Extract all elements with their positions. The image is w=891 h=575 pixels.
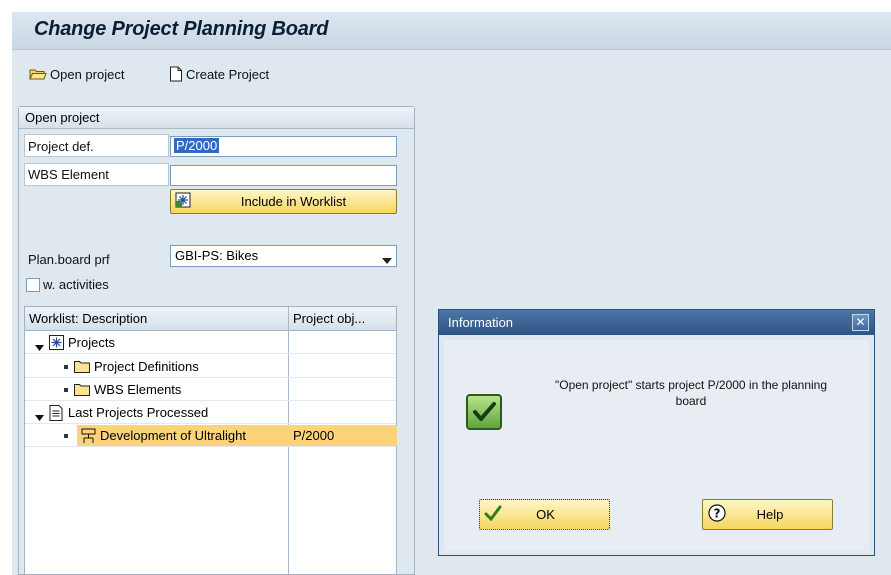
help-icon: ? — [708, 504, 726, 525]
tree-row-development-ultralight[interactable]: Development of Ultralight P/2000 — [25, 425, 397, 447]
information-dialog: Information ✕ "Open project" starts proj… — [438, 309, 875, 556]
bullet-icon — [64, 365, 68, 369]
column-header-description[interactable]: Worklist: Description — [25, 307, 288, 331]
document-list-icon — [49, 405, 63, 424]
help-label: Help — [756, 507, 784, 522]
toolbar: Open project Create Project — [12, 49, 891, 94]
dialog-message-line2: board — [675, 394, 707, 408]
planboard-profile-value: GBI-PS: Bikes — [175, 248, 259, 263]
svg-text:?: ? — [714, 507, 721, 521]
success-check-icon — [466, 394, 502, 430]
include-in-worklist-label: Include in Worklist — [240, 194, 347, 209]
folder-icon — [74, 360, 90, 376]
folder-icon — [74, 383, 90, 399]
ok-button[interactable]: OK — [479, 499, 610, 530]
planboard-profile-select[interactable]: GBI-PS: Bikes — [170, 245, 397, 267]
tree-row-projects[interactable]: Projects — [25, 332, 396, 354]
include-in-worklist-button[interactable]: Include in Worklist — [170, 189, 397, 214]
close-icon[interactable]: ✕ — [852, 314, 869, 331]
tree-row-label: Last Projects Processed — [68, 405, 209, 420]
expand-arrow-icon[interactable] — [35, 340, 44, 354]
planboard-profile-label: Plan.board prf — [28, 252, 110, 267]
dialog-body: "Open project" starts project P/2000 in … — [444, 340, 869, 551]
worklist-tree: Worklist: Description Project obj... Pro… — [24, 306, 397, 575]
create-project-button[interactable]: Create Project — [169, 64, 269, 84]
open-project-label: Open project — [50, 66, 125, 82]
project-def-label: Project def. — [28, 139, 94, 154]
project-def-value: P/2000 — [174, 138, 220, 153]
tree-row-object: P/2000 — [293, 428, 335, 443]
tree-row-label: Projects — [68, 335, 115, 350]
dialog-message: "Open project" starts project P/2000 in … — [526, 377, 856, 409]
title-bar: Change Project Planning Board — [12, 12, 891, 49]
tree-row-last-projects[interactable]: Last Projects Processed — [25, 402, 396, 424]
bullet-icon — [64, 434, 68, 438]
tree-row-label: Project Definitions — [94, 359, 199, 374]
project-def-field[interactable]: P/2000 — [170, 136, 397, 157]
ok-label: OK — [536, 507, 555, 522]
dialog-title: Information — [439, 310, 874, 335]
chevron-down-icon[interactable] — [382, 252, 392, 267]
activities-label: w. activities — [43, 277, 109, 292]
wbs-element-label: WBS Element — [28, 167, 109, 182]
tree-row-label: WBS Elements — [94, 382, 182, 397]
projects-node-icon — [49, 335, 64, 353]
wbs-element-field[interactable] — [170, 165, 397, 186]
new-document-icon — [169, 66, 183, 82]
tree-row-project-definitions[interactable]: Project Definitions — [25, 356, 396, 378]
create-project-label: Create Project — [186, 66, 270, 82]
page-title: Change Project Planning Board — [34, 18, 329, 40]
expand-arrow-icon[interactable] — [35, 410, 44, 424]
column-header-object[interactable]: Project obj... — [289, 307, 396, 331]
checkmark-icon — [484, 505, 502, 524]
project-structure-icon — [81, 428, 96, 447]
folder-open-icon — [29, 67, 47, 81]
tree-row-wbs-elements[interactable]: WBS Elements — [25, 379, 396, 401]
help-button[interactable]: ? Help — [702, 499, 833, 530]
panel-title: Open project — [19, 107, 414, 129]
open-project-button[interactable]: Open project — [29, 64, 124, 84]
activities-checkbox[interactable] — [26, 278, 40, 292]
dialog-message-line1: "Open project" starts project P/2000 in … — [554, 378, 827, 392]
tree-row-label: Development of Ultralight — [100, 428, 246, 443]
bullet-icon — [64, 388, 68, 392]
worklist-add-icon — [175, 192, 191, 211]
